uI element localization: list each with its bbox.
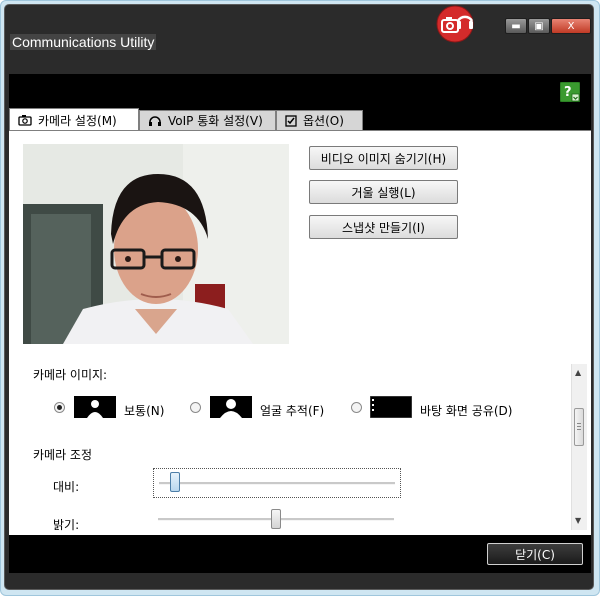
camera-headset-app-icon	[436, 5, 474, 43]
maximize-icon: ▣	[534, 20, 544, 32]
scrollbar-thumb[interactable]	[574, 408, 584, 446]
contrast-slider-track	[159, 482, 395, 485]
radio-desktop-share[interactable]	[351, 402, 362, 413]
camera-image-heading: 카메라 이미지:	[33, 368, 108, 382]
contrast-slider-thumb[interactable]	[170, 472, 181, 492]
tab-options-label: 옵션(O)	[303, 114, 344, 128]
snapshot-button[interactable]: 스냅샷 만들기(I)	[309, 215, 458, 239]
close-button[interactable]: 닫기(C)	[487, 543, 583, 565]
camera-preview	[23, 144, 289, 344]
minimize-button[interactable]: ▬	[505, 18, 527, 34]
camera-icon	[18, 115, 32, 126]
tab-camera-settings-label: 카메라 설정(M)	[38, 113, 117, 128]
contrast-slider[interactable]	[153, 468, 401, 498]
scroll-down-arrow-icon[interactable]: ▼	[575, 516, 581, 525]
headset-icon	[149, 115, 161, 126]
svg-text:?: ?	[564, 85, 572, 100]
radio-normal-label: 보통(N)	[124, 404, 165, 418]
brightness-slider-thumb[interactable]	[271, 509, 281, 529]
normal-mode-icon	[74, 396, 116, 418]
maximize-button[interactable]: ▣	[528, 18, 550, 34]
mirror-button-label: 거울 실행(L)	[351, 185, 416, 200]
mirror-button[interactable]: 거울 실행(L)	[309, 180, 458, 204]
face-tracking-icon	[210, 396, 252, 418]
hide-video-button-label: 비디오 이미지 숨기기(H)	[320, 151, 447, 166]
close-icon: X	[567, 20, 575, 32]
close-window-button[interactable]: X	[551, 18, 591, 34]
scroll-up-arrow-icon[interactable]: ▲	[575, 368, 581, 377]
help-icon[interactable]: ?	[560, 82, 580, 102]
window-title: Communications Utility	[10, 34, 157, 50]
tab-camera-settings[interactable]: 카메라 설정(M)	[9, 108, 139, 131]
brightness-slider[interactable]	[153, 508, 401, 534]
snapshot-button-label: 스냅샷 만들기(I)	[342, 220, 425, 235]
radio-face-tracking[interactable]	[190, 402, 201, 413]
close-button-label: 닫기(C)	[515, 547, 555, 562]
radio-normal[interactable]	[54, 402, 65, 413]
minimize-icon: ▬	[511, 20, 521, 32]
checkbox-icon	[285, 114, 297, 127]
tab-voip-settings-label: VoIP 통화 설정(V)	[168, 114, 263, 128]
content-scrollbar[interactable]: ▲ ▼	[571, 364, 587, 530]
brightness-label: 밝기:	[53, 518, 80, 532]
radio-desktop-share-label: 바탕 화면 공유(D)	[420, 404, 513, 418]
radio-face-tracking-label: 얼굴 추적(F)	[260, 404, 325, 418]
desktop-share-icon	[370, 396, 412, 418]
tab-voip-settings[interactable]: VoIP 통화 설정(V)	[139, 110, 276, 130]
hide-video-button[interactable]: 비디오 이미지 숨기기(H)	[309, 146, 458, 170]
camera-adjust-heading: 카메라 조정	[33, 448, 93, 462]
contrast-label: 대비:	[53, 480, 80, 494]
tab-options[interactable]: 옵션(O)	[276, 110, 363, 130]
